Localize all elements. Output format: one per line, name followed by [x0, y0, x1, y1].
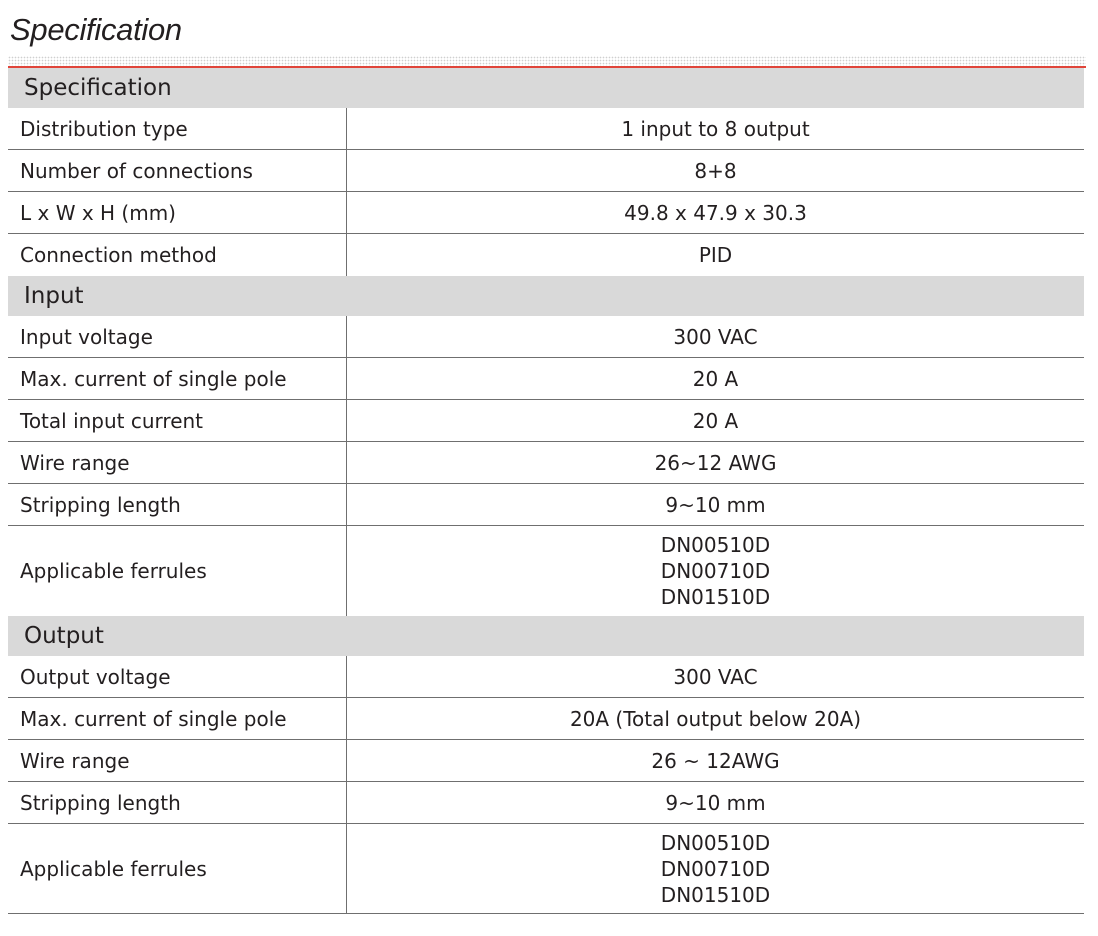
table-row: L x W x H (mm) 49.8 x 47.9 x 30.3 — [8, 192, 1084, 234]
value-line: PID — [698, 243, 733, 267]
row-value: 20A (Total output below 20A) — [347, 698, 1084, 739]
row-value: DN00510D DN00710D DN01510D — [347, 824, 1084, 913]
row-value: DN00510D DN00710D DN01510D — [347, 526, 1084, 616]
value-line: 8+8 — [694, 158, 737, 183]
value-line: 9~10 mm — [665, 790, 766, 815]
value-line: 20 A — [692, 366, 739, 391]
dotted-divider — [8, 56, 1086, 66]
row-value: 26~12 AWG — [347, 442, 1084, 483]
row-label: Stripping length — [8, 484, 347, 525]
row-value: 26 ~ 12AWG — [347, 740, 1084, 781]
value-line: 20 A — [692, 408, 739, 433]
table-row: Applicable ferrules DN00510D DN00710D DN… — [8, 526, 1084, 616]
row-label: Stripping length — [8, 782, 347, 823]
row-label: Total input current — [8, 400, 347, 441]
row-label: L x W x H (mm) — [8, 192, 347, 233]
row-label: Wire range — [8, 740, 347, 781]
section-header-specification: Specification — [8, 68, 1084, 108]
row-label: Max. current of single pole — [8, 698, 347, 739]
value-line: 300 VAC — [673, 324, 758, 349]
row-label: Applicable ferrules — [8, 526, 347, 616]
row-label: Max. current of single pole — [8, 358, 347, 399]
value-line: 300 VAC — [673, 664, 758, 689]
row-value: 9~10 mm — [347, 782, 1084, 823]
section-header-output: Output — [8, 616, 1084, 656]
table-row: Total input current 20 A — [8, 400, 1084, 442]
table-row: Connection method PID — [8, 234, 1084, 276]
spec-table: Specification Distribution type 1 input … — [8, 68, 1084, 914]
table-row: Stripping length 9~10 mm — [8, 782, 1084, 824]
row-value: 300 VAC — [347, 656, 1084, 697]
row-label: Output voltage — [8, 656, 347, 697]
value-line: 26~12 AWG — [654, 450, 777, 475]
row-label: Wire range — [8, 442, 347, 483]
table-row: Distribution type 1 input to 8 output — [8, 108, 1084, 150]
row-value: 300 VAC — [347, 316, 1084, 357]
table-row: Input voltage 300 VAC — [8, 316, 1084, 358]
row-value: 9~10 mm — [347, 484, 1084, 525]
section-header-input: Input — [8, 276, 1084, 316]
value-line: DN00510D — [660, 830, 771, 855]
value-line: DN01510D — [660, 882, 771, 907]
value-line: DN01510D — [660, 585, 771, 609]
table-row: Stripping length 9~10 mm — [8, 484, 1084, 526]
value-line: 9~10 mm — [665, 492, 766, 517]
value-line: 49.8 x 47.9 x 30.3 — [624, 200, 807, 225]
row-value: 20 A — [347, 358, 1084, 399]
value-line: 26 ~ 12AWG — [651, 748, 780, 773]
row-value: 8+8 — [347, 150, 1084, 191]
row-value: 49.8 x 47.9 x 30.3 — [347, 192, 1084, 233]
row-label: Distribution type — [8, 108, 347, 149]
row-value: 20 A — [347, 400, 1084, 441]
value-line: 20A (Total output below 20A) — [569, 706, 862, 731]
value-line: DN00710D — [660, 559, 771, 583]
table-row: Applicable ferrules DN00510D DN00710D DN… — [8, 824, 1084, 914]
table-row: Number of connections 8+8 — [8, 150, 1084, 192]
value-line: DN00510D — [660, 533, 771, 557]
row-label: Number of connections — [8, 150, 347, 191]
value-line: DN00710D — [660, 856, 771, 881]
table-row: Wire range 26~12 AWG — [8, 442, 1084, 484]
table-row: Max. current of single pole 20A (Total o… — [8, 698, 1084, 740]
table-row: Output voltage 300 VAC — [8, 656, 1084, 698]
table-row: Wire range 26 ~ 12AWG — [8, 740, 1084, 782]
page-title: Specification — [10, 12, 182, 47]
row-label: Applicable ferrules — [8, 824, 347, 913]
table-row: Max. current of single pole 20 A — [8, 358, 1084, 400]
row-value: PID — [347, 234, 1084, 276]
row-value: 1 input to 8 output — [347, 108, 1084, 149]
row-label: Connection method — [8, 234, 347, 276]
value-line: 1 input to 8 output — [621, 116, 810, 141]
row-label: Input voltage — [8, 316, 347, 357]
